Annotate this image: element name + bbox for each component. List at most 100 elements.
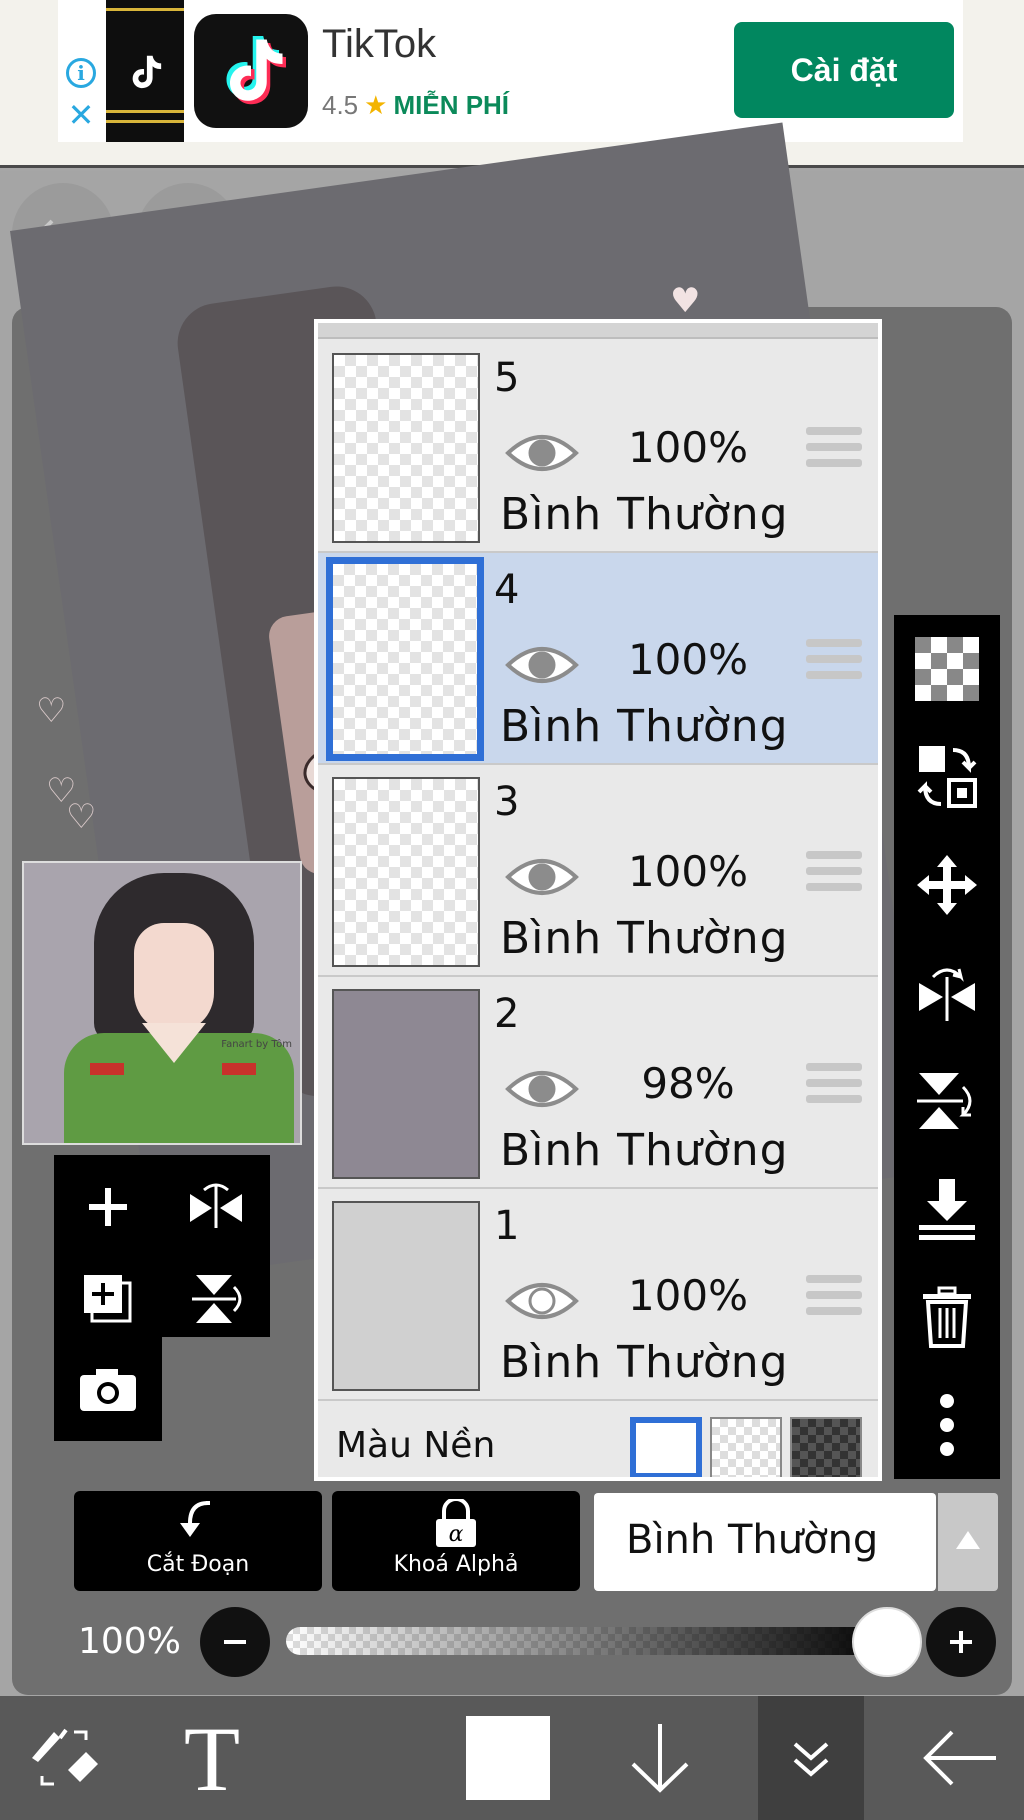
heart-decoration: ♡ (36, 691, 67, 731)
layer-number: 5 (494, 355, 520, 401)
text-tool-icon: T (184, 1718, 240, 1798)
color-swatch-button[interactable] (444, 1696, 572, 1820)
layers-panel[interactable]: 5 100% Bình Thường 4 100% Bình Thường 3 100% Bìn… (314, 319, 882, 1481)
background-color-row: Màu Nền (318, 1403, 878, 1477)
tool-switch-icon (32, 1728, 98, 1786)
flip-layer-horizontal-button[interactable] (162, 1155, 270, 1259)
blend-mode-value: Bình Thường (626, 1517, 879, 1563)
layer-number: 3 (494, 779, 520, 825)
layer-row[interactable]: 1 100% Bình Thường (318, 1189, 878, 1401)
eye-icon[interactable] (504, 641, 580, 693)
drag-handle-icon[interactable] (806, 851, 862, 899)
duplicate-layer-button[interactable] (54, 1247, 162, 1351)
ad-install-button[interactable]: Cài đặt (734, 22, 954, 118)
flip-horizontal-button[interactable] (894, 939, 1000, 1047)
opacity-decrease-button[interactable] (200, 1607, 270, 1677)
heart-decoration: ♥ (670, 281, 701, 321)
layer-row[interactable]: 3 100% Bình Thường (318, 765, 878, 977)
opacity-increase-button[interactable] (926, 1607, 996, 1677)
layer-thumbnail[interactable] (332, 1201, 480, 1391)
layer-blend-mode: Bình Thường (500, 701, 789, 752)
blend-mode-select[interactable]: Bình Thường (594, 1493, 936, 1591)
layer-opacity: 100% (627, 635, 749, 684)
move-layer-button[interactable] (894, 831, 1000, 939)
ad-price: MIỄN PHÍ (393, 90, 510, 120)
drag-handle-icon[interactable] (806, 1063, 862, 1111)
tool-switch-button[interactable] (0, 1696, 128, 1820)
alpha-lock-button[interactable]: α Khoá Alphả (332, 1491, 580, 1591)
clipping-button[interactable]: Cắt Đoạn (74, 1491, 322, 1591)
flip-horizontal-icon (190, 1183, 242, 1228)
merge-down-button[interactable] (894, 1155, 1000, 1263)
flip-vertical-icon (192, 1275, 242, 1323)
opacity-slider-track[interactable] (286, 1627, 894, 1655)
canvas-preview-thumbnail[interactable]: Fanart by Tôm (22, 861, 302, 1145)
svg-text:α: α (449, 1522, 464, 1547)
ad-info-icon[interactable]: i (66, 58, 96, 88)
background-color-label: Màu Nền (336, 1425, 496, 1466)
drag-handle-icon[interactable] (806, 639, 862, 687)
preview-collar-tab (90, 1063, 124, 1075)
minus-icon (224, 1640, 246, 1644)
swap-icon (917, 746, 977, 808)
opacity-label: 100% (78, 1621, 181, 1662)
layer-blend-mode: Bình Thường (500, 489, 789, 540)
heart-decoration: ♡ (66, 797, 97, 837)
alpha-lock-label: Khoá Alphả (393, 1552, 519, 1577)
plus-icon (950, 1631, 972, 1653)
flip-horizontal-icon (919, 968, 975, 1021)
layer-thumbnail[interactable] (332, 989, 480, 1179)
arrow-down-icon (631, 1724, 689, 1793)
layer-row[interactable]: 2 98% Bình Thường (318, 977, 878, 1189)
eye-icon[interactable] (504, 1277, 580, 1329)
ad-close-icon[interactable]: ✕ (66, 99, 96, 131)
eye-icon[interactable] (504, 1065, 580, 1117)
more-options-button[interactable] (894, 1371, 1000, 1479)
color-swatch-icon (466, 1716, 550, 1800)
background-white-swatch[interactable] (630, 1417, 702, 1477)
collapse-panel-button[interactable] (758, 1696, 864, 1820)
clipping-icon (74, 1499, 322, 1549)
layers-list[interactable]: 5 100% Bình Thường 4 100% Bình Thường 3 100% Bìn… (318, 323, 878, 1477)
camera-icon (80, 1369, 136, 1411)
back-button[interactable] (896, 1696, 1024, 1820)
text-tool-button[interactable]: T (148, 1696, 276, 1820)
flip-vertical-button[interactable] (894, 1047, 1000, 1155)
layer-thumbnail[interactable] (326, 557, 484, 761)
background-dark-checker-swatch[interactable] (790, 1417, 862, 1477)
layer-opacity: 100% (627, 423, 749, 472)
layer-blend-mode: Bình Thường (500, 913, 789, 964)
drag-handle-icon[interactable] (806, 427, 862, 475)
canvas-stage[interactable]: ♡ ♡ ♡ ♥ Fanart by Tôm 5100% Bình Thường … (0, 122, 1024, 1696)
ad-banner[interactable]: i ✕ TikTok 4.5 ★ MIỄN PHÍ Cài đặt (0, 0, 1024, 168)
transparency-button[interactable] (894, 615, 1000, 723)
layer-opacity: 98% (641, 1059, 735, 1108)
swap-layer-button[interactable] (894, 723, 1000, 831)
layer-blend-mode: Bình Thường (500, 1125, 789, 1176)
blend-mode-dropdown-arrow-icon[interactable] (938, 1493, 998, 1591)
duplicate-layer-icon (84, 1275, 132, 1323)
layer-opacity: 100% (627, 1271, 749, 1320)
layer-down-button[interactable] (596, 1696, 724, 1820)
layer-thumbnail[interactable] (332, 777, 480, 967)
eye-icon[interactable] (504, 429, 580, 481)
import-photo-button[interactable] (54, 1337, 162, 1441)
clipping-label: Cắt Đoạn (146, 1552, 250, 1577)
flip-vertical-rotate-icon (917, 1073, 972, 1129)
opacity-slider-handle[interactable] (852, 1607, 922, 1677)
drag-handle-icon[interactable] (806, 1275, 862, 1323)
eye-icon[interactable] (504, 853, 580, 905)
layer-row[interactable]: 4 100% Bình Thường (318, 553, 878, 765)
flip-layer-vertical-button[interactable] (162, 1247, 270, 1351)
add-layer-button[interactable] (54, 1155, 162, 1259)
layer-row[interactable]: 5 100% Bình Thường (318, 341, 878, 553)
layer-thumbnail[interactable] (332, 353, 480, 543)
layers-panel-header (318, 323, 878, 339)
layer-toolbox-camera (54, 1337, 162, 1441)
preview-face (134, 923, 214, 1033)
merge-down-icon (919, 1179, 975, 1240)
move-icon (917, 855, 977, 915)
background-light-checker-swatch[interactable] (710, 1417, 782, 1477)
ad-rating-value: 4.5 (322, 90, 359, 120)
delete-layer-button[interactable] (894, 1263, 1000, 1371)
